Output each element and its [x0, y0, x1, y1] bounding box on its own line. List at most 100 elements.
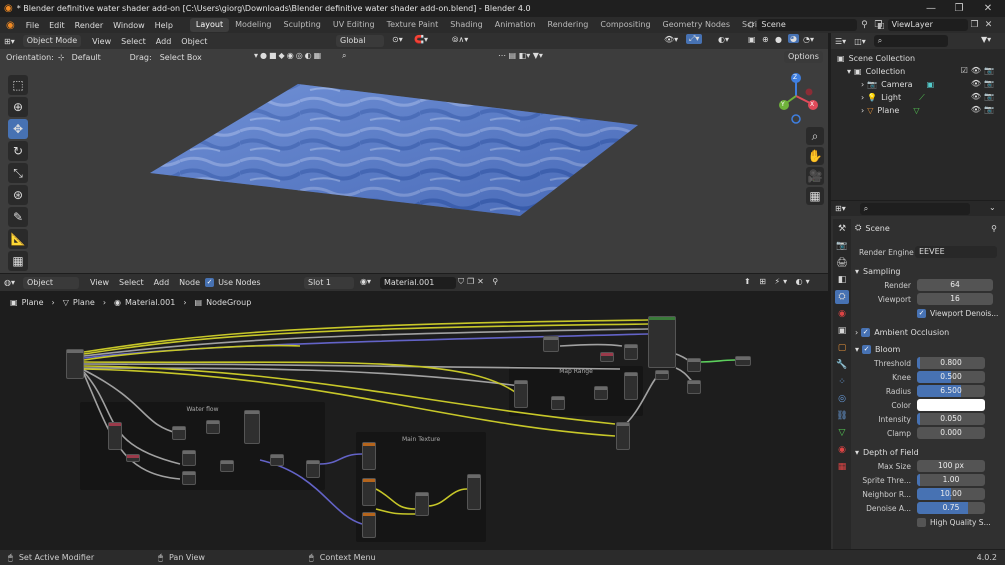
- object-tab-icon[interactable]: ▢: [835, 341, 849, 355]
- threshold-slider[interactable]: 0.800: [917, 357, 985, 369]
- node-math-2[interactable]: [600, 352, 614, 362]
- node-tex-mix[interactable]: [415, 492, 429, 516]
- tab-shading[interactable]: Shading: [444, 18, 489, 32]
- plane-visibility-controls[interactable]: 👁📷: [971, 105, 997, 114]
- display-mode-icon[interactable]: ◫▾: [854, 37, 866, 46]
- node-flow-9[interactable]: [270, 454, 284, 466]
- sampling-panel-header[interactable]: ▾ Sampling: [855, 264, 1003, 278]
- outliner-item-camera[interactable]: › 📷 Camera ▣ 👁📷: [831, 78, 1005, 91]
- ambient-occlusion-checkbox[interactable]: ✓: [861, 327, 871, 337]
- node-color-ramp-1[interactable]: [616, 422, 630, 450]
- collection-controls[interactable]: ☑👁📷: [961, 66, 997, 75]
- scene-selector[interactable]: Scene: [757, 19, 858, 31]
- node-flow-8[interactable]: [220, 460, 234, 472]
- node-tex-2[interactable]: [362, 478, 376, 506]
- radius-slider[interactable]: 6.500: [917, 385, 985, 397]
- node-map-range-3[interactable]: [594, 386, 608, 400]
- node-group-input[interactable]: [66, 349, 84, 379]
- viewport-samples-field[interactable]: 16: [917, 293, 993, 305]
- node-flow-5[interactable]: [126, 454, 140, 462]
- collection-tab-icon[interactable]: ▣: [835, 324, 849, 338]
- properties-type-icon[interactable]: ⊞▾: [835, 204, 846, 213]
- node-math-3[interactable]: [624, 344, 638, 360]
- outliner-filter-icon[interactable]: ▼▾: [981, 35, 991, 44]
- node-tex-out[interactable]: [467, 474, 481, 510]
- knee-slider[interactable]: 0.500: [917, 371, 985, 383]
- node-map-range-2[interactable]: [551, 396, 565, 410]
- ambient-occlusion-panel-header[interactable]: › ✓ Ambient Occlusion: [855, 325, 1003, 339]
- menu-edit[interactable]: Edit: [44, 21, 70, 30]
- viewport-3d[interactable]: ⊞▾ Object Mode View Select Add Object Gl…: [0, 33, 828, 273]
- render-samples-field[interactable]: 64: [917, 279, 993, 291]
- node-mix-1[interactable]: [655, 370, 669, 380]
- node-tex-1[interactable]: [362, 442, 376, 470]
- outliner[interactable]: ☰▾ ◫▾ ⌕ ▼▾ ▣ Scene Collection ▾ ▣ Collec…: [831, 33, 1005, 200]
- tab-texture-paint[interactable]: Texture Paint: [381, 18, 445, 32]
- menu-help[interactable]: Help: [150, 21, 178, 30]
- zoom-icon[interactable]: ⌕: [806, 127, 824, 145]
- node-flow-7[interactable]: [182, 471, 196, 485]
- material-tab-icon[interactable]: ◉: [835, 443, 849, 457]
- water-plane[interactable]: [0, 33, 828, 273]
- node-tex-3[interactable]: [362, 512, 376, 538]
- close-window-button[interactable]: ✕: [975, 0, 1001, 17]
- minimize-button[interactable]: —: [918, 0, 944, 17]
- tab-animation[interactable]: Animation: [489, 18, 542, 32]
- ortho-grid-icon[interactable]: ▦: [806, 187, 824, 205]
- view-layer-selector[interactable]: ViewLayer: [887, 19, 968, 31]
- output-tab-icon[interactable]: 🖨: [835, 256, 849, 270]
- viewport-denoise-checkbox[interactable]: ✓: [917, 308, 926, 318]
- camera-view-icon[interactable]: 🎥: [806, 167, 824, 185]
- bloom-panel-header[interactable]: ▾ ✓ Bloom: [855, 342, 1003, 356]
- node-mix-2[interactable]: [687, 358, 701, 372]
- data-tab-icon[interactable]: ▽: [835, 426, 849, 440]
- maximize-button[interactable]: ❐: [946, 0, 972, 17]
- new-view-layer-icon[interactable]: ❐: [968, 19, 982, 31]
- outliner-item-light[interactable]: › 💡 Light ⟋ 👁📷: [831, 91, 1005, 104]
- tab-modeling[interactable]: Modeling: [229, 18, 277, 32]
- intensity-slider[interactable]: 0.050: [917, 413, 985, 425]
- outliner-item-plane[interactable]: › ▽ Plane ▽ 👁📷: [831, 104, 1005, 117]
- outliner-search-field[interactable]: ⌕: [873, 35, 948, 47]
- bloom-color-swatch[interactable]: [917, 399, 985, 411]
- tab-rendering[interactable]: Rendering: [542, 18, 595, 32]
- node-output-shader[interactable]: [735, 356, 751, 366]
- clamp-field[interactable]: 0.000: [917, 427, 985, 439]
- collection-row[interactable]: ▾ ▣ Collection ☑👁📷: [831, 65, 1005, 78]
- menu-window[interactable]: Window: [108, 21, 150, 30]
- menu-file[interactable]: File: [21, 21, 44, 30]
- node-flow-2[interactable]: [172, 426, 186, 440]
- properties-search-field[interactable]: ⌕: [859, 202, 970, 215]
- scene-tab-icon[interactable]: ⛭: [835, 290, 849, 304]
- pan-hand-icon[interactable]: ✋: [806, 147, 824, 165]
- high-quality-checkbox[interactable]: [917, 517, 926, 527]
- tab-compositing[interactable]: Compositing: [594, 18, 656, 32]
- render-engine-selector[interactable]: EEVEE: [915, 246, 997, 258]
- blender-menu-icon[interactable]: ◉: [0, 20, 21, 31]
- collection-expand-icon[interactable]: ▾: [847, 67, 851, 76]
- bloom-checkbox[interactable]: ✓: [862, 344, 872, 354]
- tab-geometry-nodes[interactable]: Geometry Nodes: [657, 18, 736, 32]
- tab-layout[interactable]: Layout: [189, 18, 230, 32]
- node-mix-3[interactable]: [687, 380, 701, 394]
- max-size-field[interactable]: 100 px: [917, 460, 985, 472]
- properties-options-icon[interactable]: ⌄: [989, 203, 996, 212]
- world-tab-icon[interactable]: ◉: [835, 307, 849, 321]
- node-flow-1[interactable]: [108, 422, 122, 450]
- node-flow-10[interactable]: [306, 460, 320, 478]
- particles-tab-icon[interactable]: ⁘: [835, 375, 849, 389]
- light-visibility-controls[interactable]: 👁📷: [971, 92, 997, 101]
- neighbor-rejection-slider[interactable]: 10.00: [917, 488, 985, 500]
- scene-collection-row[interactable]: ▣ Scene Collection: [831, 52, 1005, 65]
- view-layer-tab-icon[interactable]: ◧: [835, 273, 849, 287]
- physics-tab-icon[interactable]: ◎: [835, 392, 849, 406]
- camera-visibility-controls[interactable]: 👁📷: [971, 79, 997, 88]
- node-math-1[interactable]: [543, 336, 559, 352]
- node-map-range-4[interactable]: [624, 372, 638, 400]
- delete-view-layer-icon[interactable]: ✕: [982, 19, 996, 31]
- menu-render[interactable]: Render: [70, 21, 108, 30]
- outliner-type-icon[interactable]: ☰▾: [835, 37, 846, 46]
- properties-editor[interactable]: ⊞▾ ⌕ ⌄ ⚒ 📷 🖨 ◧ ⛭ ◉ ▣ ▢ 🔧 ⁘ ◎ ⛓ ▽ ◉ ▦ ⛭ S…: [831, 201, 1005, 549]
- modifier-tab-icon[interactable]: 🔧: [835, 358, 849, 372]
- denoise-amount-slider[interactable]: 0.75: [917, 502, 985, 514]
